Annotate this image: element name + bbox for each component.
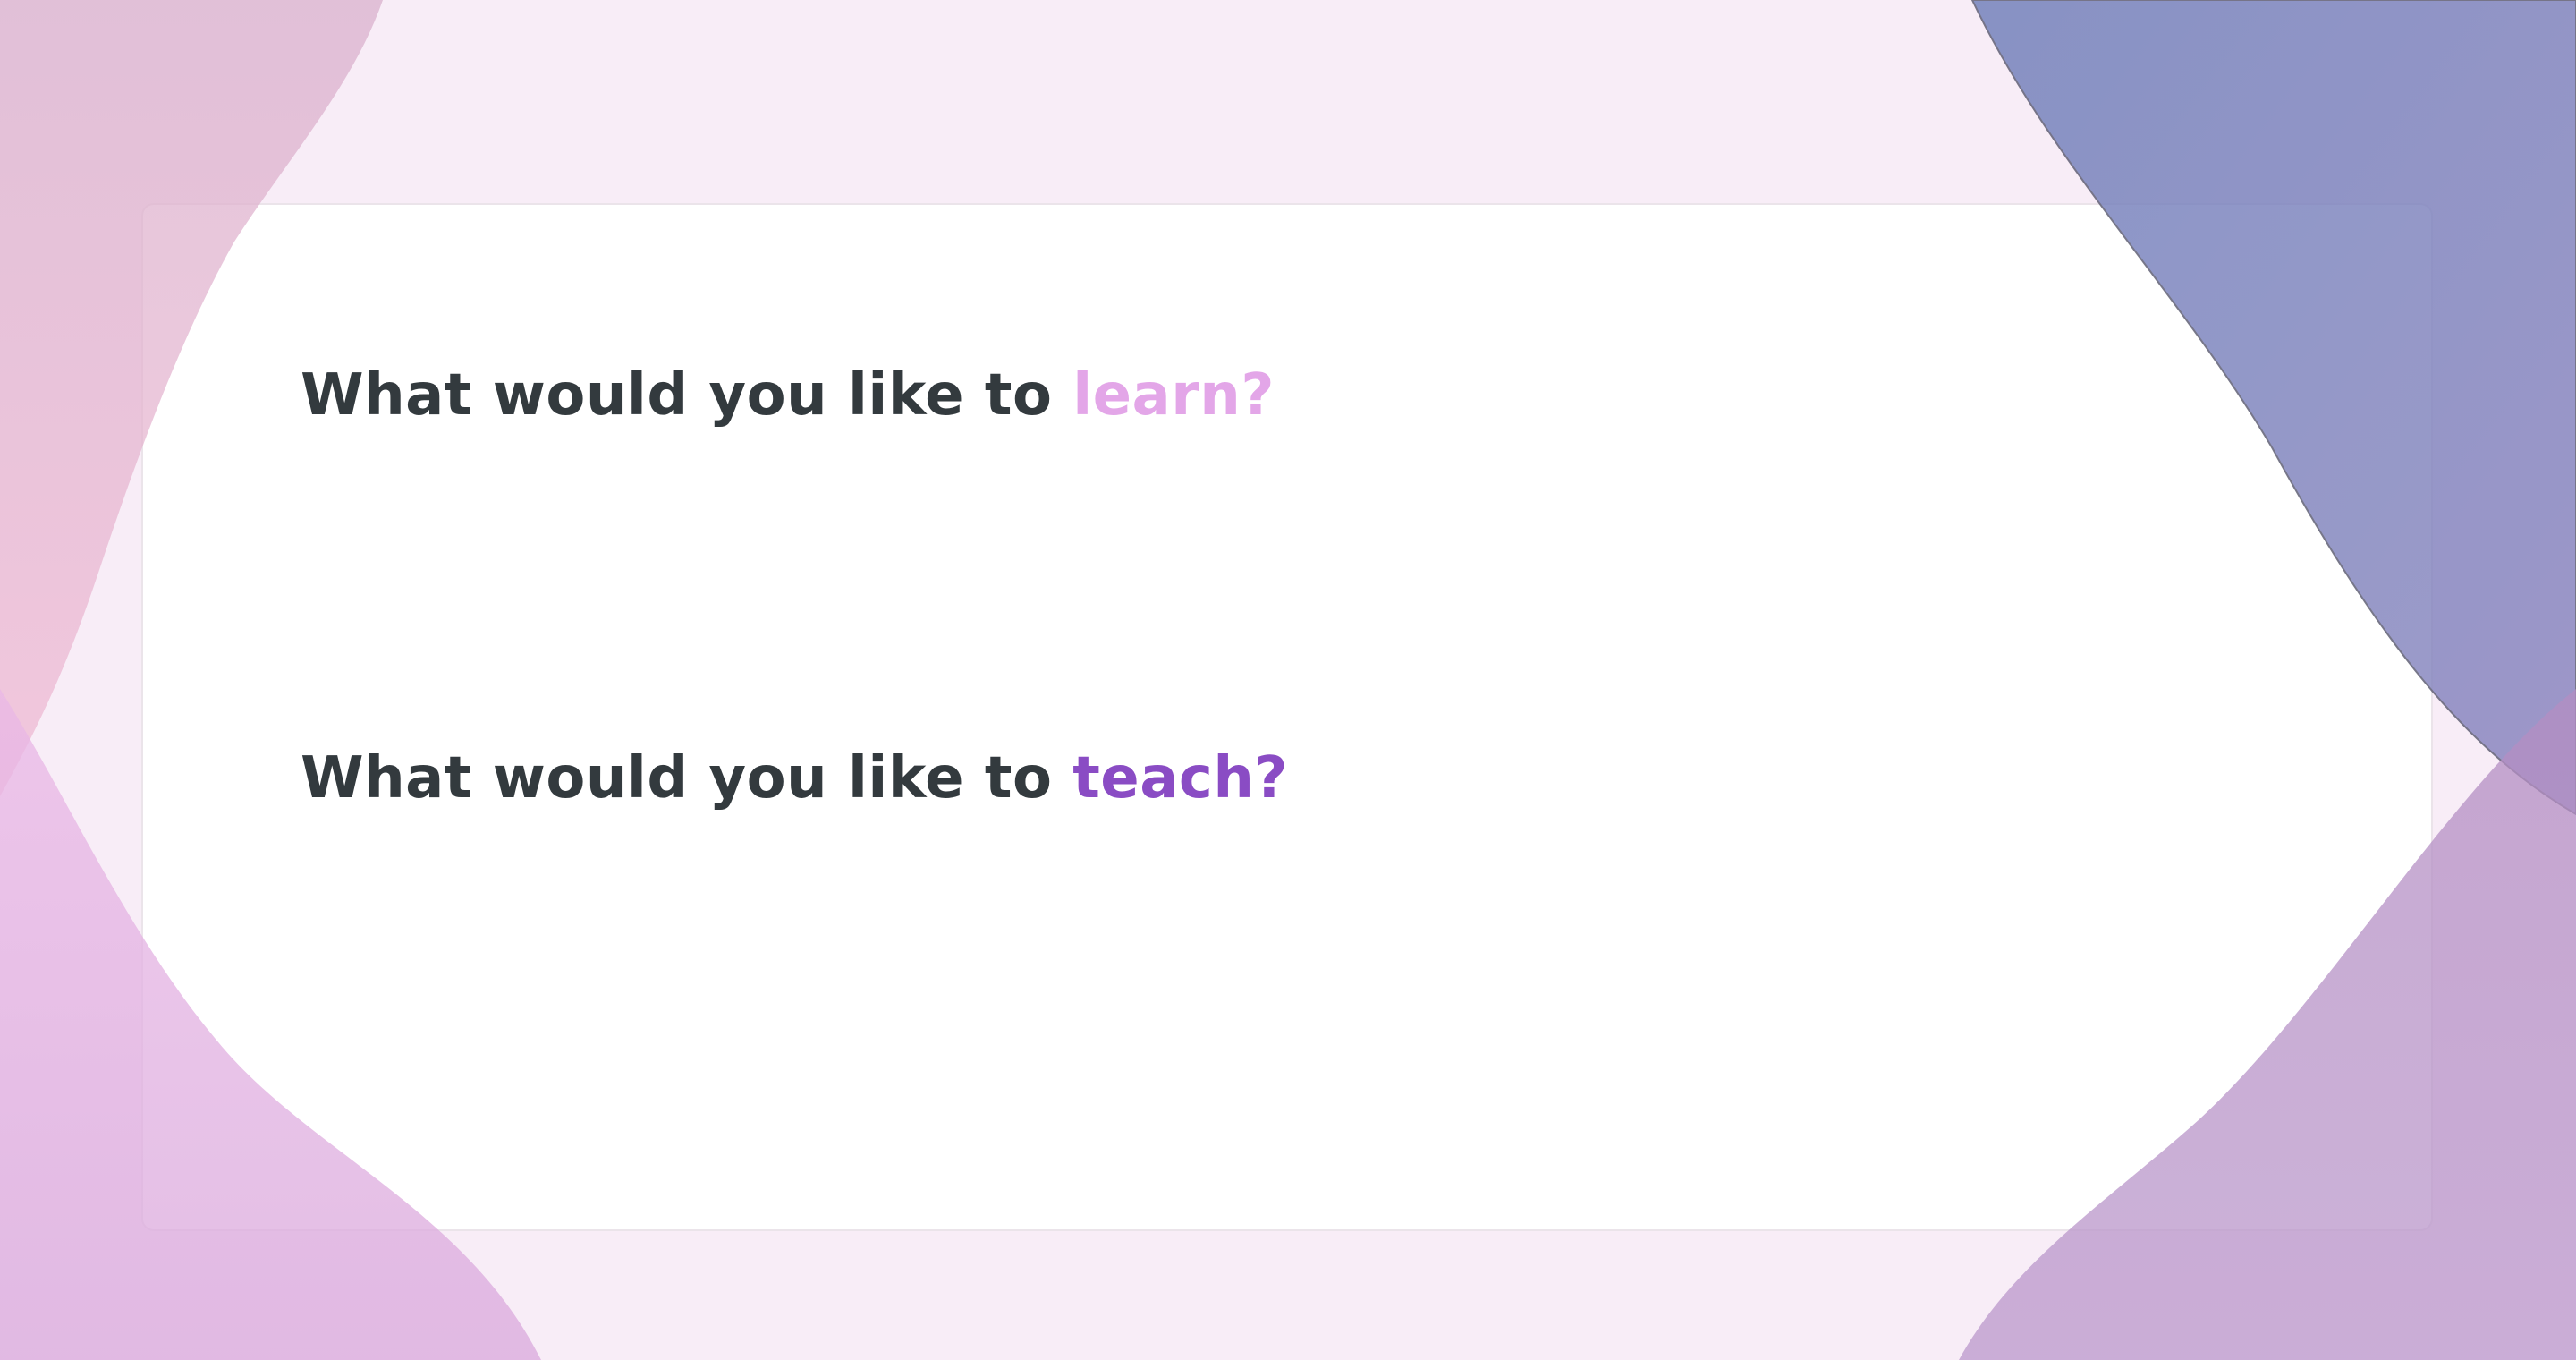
- learn-question-heading: What would you like to learn?: [301, 362, 1275, 429]
- teach-accent-word: teach?: [1072, 745, 1288, 812]
- learn-accent-word: learn?: [1072, 362, 1275, 429]
- form-card: [141, 203, 2433, 1231]
- teach-question-heading: What would you like to teach?: [301, 745, 1288, 812]
- teach-question-prefix: What would you like to: [301, 745, 1053, 812]
- learn-question-prefix: What would you like to: [301, 362, 1053, 429]
